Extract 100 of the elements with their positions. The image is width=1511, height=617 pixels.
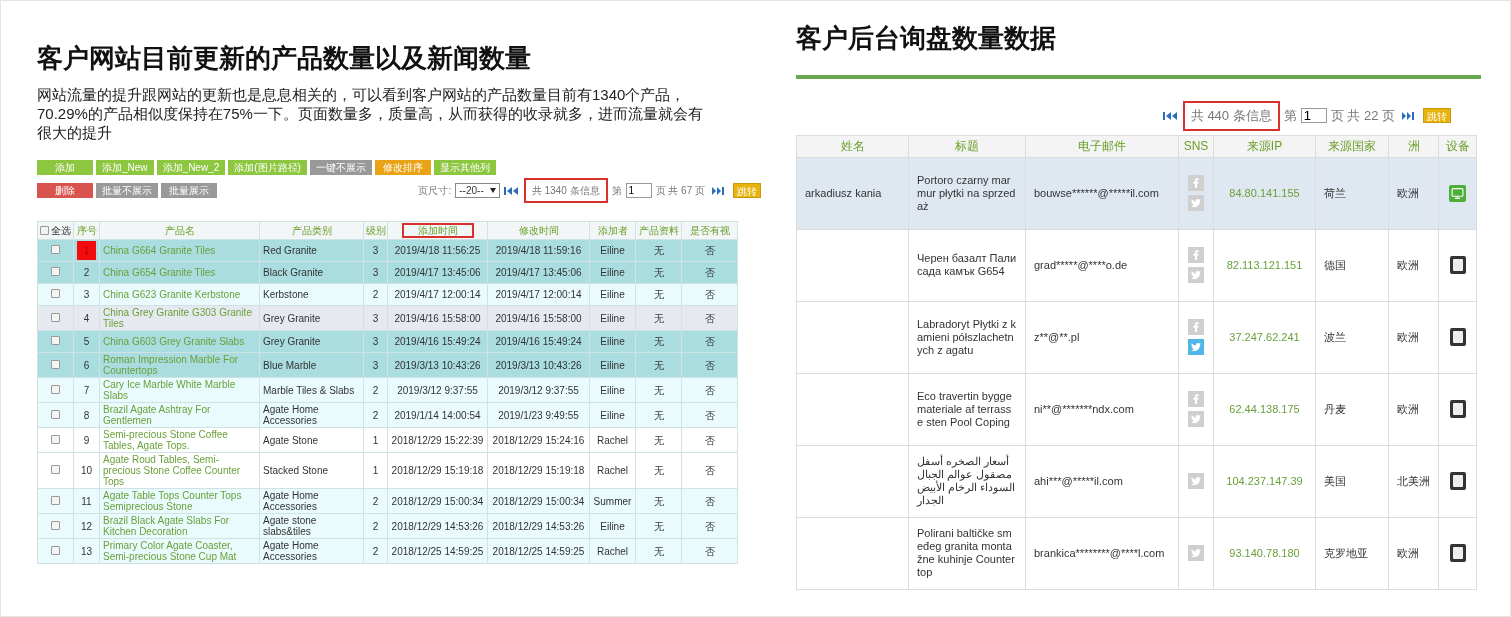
checkbox[interactable]	[51, 409, 60, 419]
checkbox[interactable]	[51, 520, 60, 530]
facebook-icon[interactable]	[1188, 247, 1204, 263]
author-cell: Eiline	[600, 245, 625, 256]
table-row[interactable]: Labradoryt Płytki z kamieni półszlachetnych z agatu z**@**.pl 37.247.62.241 波兰 欧洲	[796, 301, 1477, 373]
author-cell: Eiline	[600, 312, 625, 324]
toolbar-button[interactable]: 添加(图片路径)	[228, 160, 307, 175]
table-row[interactable]: 13 Primary Color Agate Coaster, Semi-precious Stone Cup Mat Agate Home Accessories 2 2018/12/25 14:59:25 2018/12/25 14:59:25 Rachel 无 否	[37, 538, 738, 564]
facebook-icon[interactable]	[1188, 319, 1204, 335]
twitter-icon[interactable]	[1188, 411, 1204, 427]
table-row[interactable]: 1 China G664 Granite Tiles Red Granite 3 2019/4/18 11:56:25 2019/4/18 11:59:16 Eiline 无 否	[37, 239, 738, 262]
checkbox[interactable]	[51, 359, 60, 369]
table-row[interactable]: 5 China G603 Grey Granite Slabs Grey Granite 3 2019/4/16 15:49:24 2019/4/16 15:49:24 Eiline 无 否	[37, 330, 738, 353]
column-header[interactable]: 姓名	[840, 138, 865, 153]
table-row[interactable]: 8 Brazil Agate Ashtray For Gentlemen Agate Home Accessories 2 2019/1/14 14:00:54 2019/1/23 9:49:55 Eiline 无 否	[37, 402, 738, 428]
subject-cell-text: Polirani baltičke smeđeg granita montažne kuhinje Countertop	[917, 527, 1016, 579]
table-row[interactable]: Черен базалт Палисада камък G654 grad*****@****o.de 82.113.121.151 德国 欧洲	[796, 229, 1477, 301]
material-cell: 无	[653, 336, 664, 347]
grade-cell: 3	[372, 312, 379, 324]
serial-number: 5	[82, 335, 91, 349]
toolbar-button[interactable]: 显示其他列	[433, 160, 496, 175]
table-row[interactable]: 11 Agate Table Tops Counter Tops Semiprecious Stone Agate Home Accessories 2 2018/12/29 15:00:34 2018/12/29 15:00:34 Summer 无 否	[37, 488, 738, 514]
category-cell: Kerbstone	[263, 289, 309, 300]
category-cell: Agate Home Accessories	[263, 540, 319, 562]
subject-cell: Portoro czarny marmur płytki na sprzedaż	[917, 173, 1017, 213]
checkbox[interactable]	[51, 465, 60, 474]
table-row[interactable]: 3 China G623 Granite Kerbstone Kerbstone 2 2019/4/17 12:00:14 2019/4/17 12:00:14 Eiline 无 否	[37, 283, 738, 306]
material-cell: 无	[653, 384, 664, 396]
twitter-icon[interactable]	[1188, 473, 1204, 489]
serial-number: 10	[79, 464, 94, 478]
record-count: 共 1340 条信息	[523, 178, 608, 203]
next-last-arrows-icon[interactable]	[1399, 110, 1415, 121]
twitter-icon[interactable]	[1188, 339, 1204, 355]
checkbox[interactable]	[51, 245, 60, 254]
material-cell: 无	[653, 312, 664, 324]
table-row[interactable]: Polirani baltičke smeđeg granita montažne kuhinje Countertop brankica********@****l.com 93.140.78.180 克罗地亚 欧洲	[796, 517, 1477, 589]
table-row[interactable]: Eco travertin bygge materiale af terrasse sten Pool Coping ni**@*******ndx.com 62.44.138.175 丹麦 欧洲	[796, 373, 1477, 445]
toolbar-button[interactable]: 一键不展示	[309, 160, 372, 175]
column-header[interactable]: 洲	[1407, 138, 1420, 153]
page-size-select[interactable]: --20--	[455, 183, 500, 198]
video-cell: 否	[704, 409, 715, 421]
checkbox[interactable]	[51, 312, 60, 322]
toolbar-button[interactable]: 删除	[37, 183, 93, 198]
twitter-icon[interactable]	[1188, 195, 1204, 211]
checkbox[interactable]	[51, 545, 60, 555]
ip-cell: 84.80.141.155	[1229, 186, 1300, 199]
table-row[interactable]: 12 Brazil Black Agate Slabs For Kitchen Decoration Agate stone slabs&tiles 2 2018/12/29 14:53:26 2018/12/29 14:53:26 Eiline 无 否	[37, 513, 738, 539]
author-cell: Eiline	[600, 267, 625, 278]
grade-cell: 2	[372, 384, 379, 396]
checkbox[interactable]	[51, 434, 60, 444]
table-row[interactable]: 2 China G654 Granite Tiles Black Granite 3 2019/4/17 13:45:06 2019/4/17 13:45:06 Eiline 无 否	[37, 261, 738, 284]
serial-number: 12	[79, 519, 94, 534]
next-last-arrows-icon[interactable]	[709, 185, 725, 196]
checkbox[interactable]	[40, 226, 49, 235]
table-row[interactable]: 10 Agate Roud Tables, Semi-precious Stone Coffee Counter Tops Stacked Stone 1 2018/12/29 15:19:18 2018/12/29 15:19:18 Rachel 无 否	[37, 452, 738, 489]
video-cell: 否	[704, 289, 715, 300]
page-field[interactable]: 1	[1300, 108, 1327, 124]
modified-time-cell: 2018/12/29 15:24:16	[492, 434, 585, 446]
go-button[interactable]: 跳转	[1423, 108, 1451, 124]
desktop-icon	[1449, 184, 1466, 202]
column-header[interactable]: 添加时间	[401, 223, 474, 238]
facebook-icon[interactable]	[1188, 175, 1204, 191]
go-button[interactable]: 跳转	[733, 183, 761, 198]
checkbox[interactable]	[51, 384, 60, 394]
facebook-icon[interactable]	[1188, 391, 1204, 407]
country-cell: 丹麦	[1324, 402, 1346, 415]
country-cell: 荷兰	[1324, 186, 1346, 199]
table-row[interactable]: 7 Cary Ice Marble White Marble Slabs Marble Tiles & Slabs 2 2019/3/12 9:37:55 2019/3/12 9:37:55 Eiline 无 否	[37, 377, 738, 403]
checkbox[interactable]	[51, 267, 60, 276]
checkbox[interactable]	[51, 495, 60, 505]
twitter-icon[interactable]	[1188, 545, 1204, 561]
column-header[interactable]: 产品名	[164, 225, 195, 236]
first-prev-arrows-icon[interactable]	[503, 185, 520, 196]
modified-time-cell: 2019/3/12 9:37:55	[498, 384, 579, 396]
checkbox[interactable]	[51, 336, 60, 345]
category-cell: Marble Tiles & Slabs	[263, 384, 355, 396]
checkbox[interactable]	[51, 289, 60, 298]
toolbar-button[interactable]: 批量不展示	[96, 183, 158, 198]
first-prev-arrows-icon[interactable]	[1162, 110, 1179, 121]
description-paragraph: 网站流量的提升跟网站的更新也是息息相关的，可以看到客户网站的产品数量目前有1340个产品，70.29%的产品相似度保持在75%一下。页面数量多，质量高，从而获得的收录就多，进而流量就会有很大的提升	[37, 85, 704, 142]
column-header[interactable]: 标题	[955, 138, 979, 153]
page-total: 页 共 67 页	[655, 184, 705, 198]
toolbar-button[interactable]: 批量展示	[161, 183, 217, 198]
video-cell: 否	[704, 520, 715, 532]
table-row[interactable]: 9 Semi-precious Stone Coffee Tables, Agate Tops. Agate Stone 1 2018/12/29 15:22:39 2018/12/29 15:24:16 Rachel 无 否	[37, 427, 738, 453]
ip-cell: 104.237.147.39	[1226, 474, 1303, 487]
added-time-cell: 2018/12/29 15:19:18	[391, 465, 484, 476]
grade-cell: 3	[372, 245, 379, 256]
category-cell: Agate Stone	[263, 434, 319, 446]
toolbar-button[interactable]: 添加_New	[96, 160, 154, 175]
video-cell: 否	[704, 434, 715, 446]
twitter-icon[interactable]	[1188, 267, 1204, 283]
table-row[interactable]: 4 China Grey Granite G303 Granite Tiles Grey Granite 3 2019/4/16 15:58:00 2019/4/16 15:58:00 Eiline 无 否	[37, 305, 738, 331]
page-field[interactable]: 1	[625, 183, 652, 198]
toolbar-button[interactable]: 修改排序	[374, 160, 431, 175]
table-row[interactable]: arkadiusz kania Portoro czarny marmur płytki na sprzedaż bouwse******@*****il.com 84.80.141.155 荷兰 欧洲	[796, 157, 1477, 229]
toolbar-button[interactable]: 添加_New_2	[156, 160, 226, 175]
table-row[interactable]: 6 Roman Impression Marble For Countertops Blue Marble 3 2019/3/13 10:43:26 2019/3/13 10:43:26 Eiline 无 否	[37, 352, 738, 378]
country-cell: 德国	[1324, 258, 1346, 271]
toolbar-button[interactable]: 添加	[37, 160, 93, 175]
